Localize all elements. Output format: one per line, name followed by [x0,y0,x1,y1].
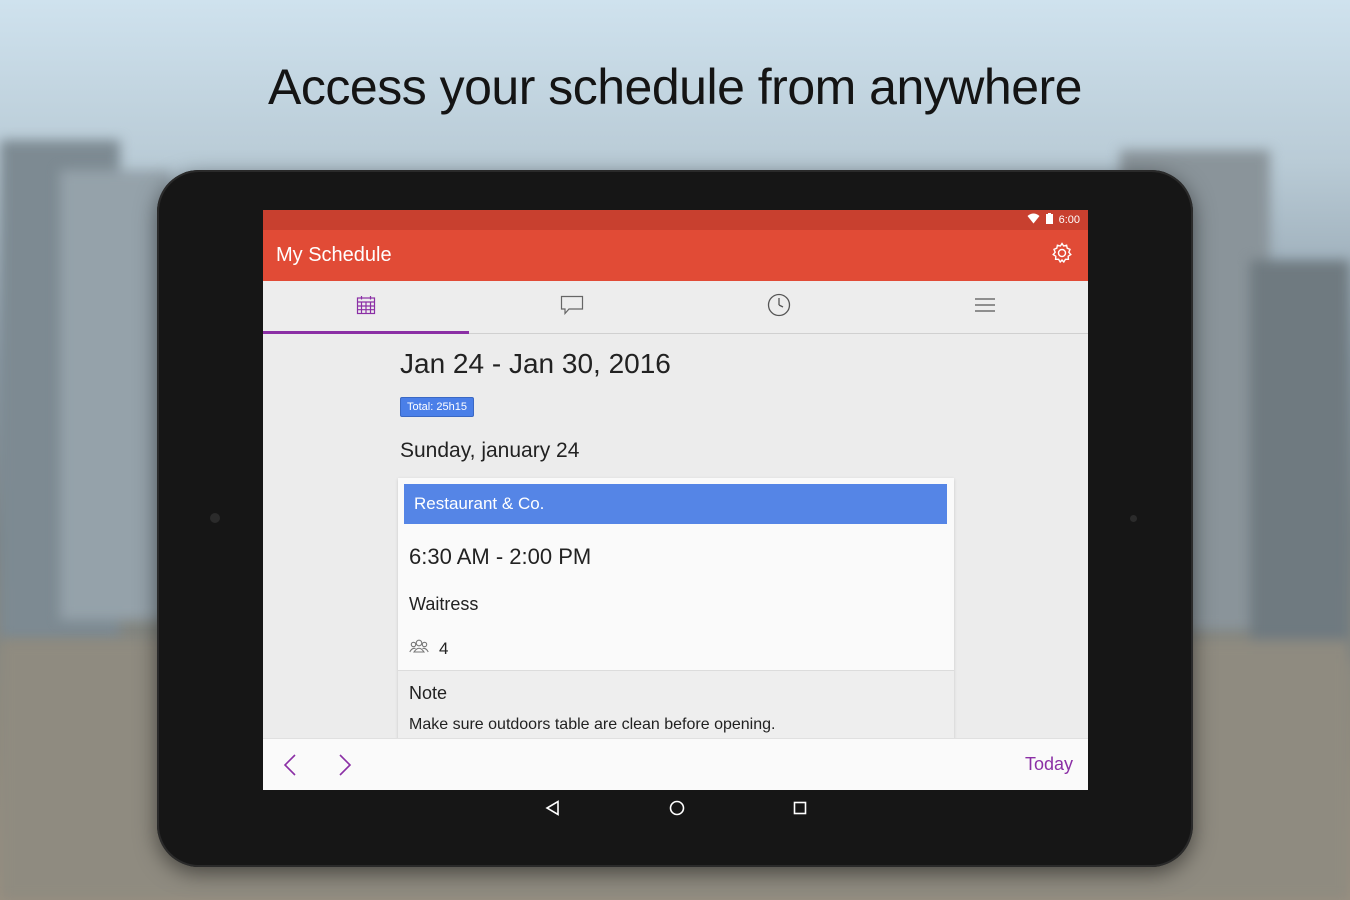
tab-schedule[interactable] [263,281,470,334]
shift-coworkers: 4 [409,638,448,659]
tab-menu[interactable] [882,281,1088,333]
status-bar: 6:00 [263,210,1088,230]
system-nav-bar [263,790,1088,830]
camera-dot [210,513,220,523]
people-group-icon [409,638,429,659]
battery-icon [1045,213,1053,227]
tab-messages[interactable] [469,281,675,333]
home-icon[interactable] [669,800,685,821]
app-title: My Schedule [276,244,392,266]
tablet-frame: 6:00 My Schedule Jan 24 - Jan 30, 2016 T… [157,170,1193,867]
hamburger-menu-icon [974,297,996,317]
today-button[interactable]: Today [1025,754,1073,775]
tab-bar [263,281,1088,334]
day-heading: Sunday, january 24 [400,439,580,462]
calendar-icon [356,295,376,320]
note-title: Note [409,683,448,703]
tab-timeclock[interactable] [676,281,882,333]
shift-note: Note Make sure outdoors table are clean … [398,670,954,741]
shift-location: Restaurant & Co. [404,484,947,524]
page-headline: Access your schedule from anywhere [268,59,1082,115]
bottom-nav-bar: Today [263,738,1088,790]
previous-week-button[interactable] [283,753,297,782]
sensor-dot [1130,515,1137,522]
shift-time: 6:30 AM - 2:00 PM [409,544,592,569]
back-icon[interactable] [544,799,561,821]
background-building [60,170,170,620]
wifi-icon [1027,213,1040,227]
chat-icon [560,295,584,320]
shift-card[interactable]: Restaurant & Co. 6:30 AM - 2:00 PM Waitr… [398,478,954,741]
app-screen: 6:00 My Schedule Jan 24 - Jan 30, 2016 T… [263,210,1088,790]
recents-icon[interactable] [793,801,807,820]
clock-icon [767,293,791,322]
schedule-content[interactable]: Jan 24 - Jan 30, 2016 Total: 25h15 Sunda… [263,334,1088,741]
shift-role: Waitress [409,594,479,614]
coworker-count: 4 [439,638,449,658]
settings-gear-icon[interactable] [1050,241,1074,270]
next-week-button[interactable] [338,753,352,782]
app-bar: My Schedule [263,230,1088,281]
background-building [1250,260,1350,660]
total-hours-badge: Total: 25h15 [400,397,474,417]
week-range-title: Jan 24 - Jan 30, 2016 [400,348,671,379]
status-time: 6:00 [1058,214,1080,226]
note-text: Make sure outdoors table are clean befor… [409,716,776,733]
